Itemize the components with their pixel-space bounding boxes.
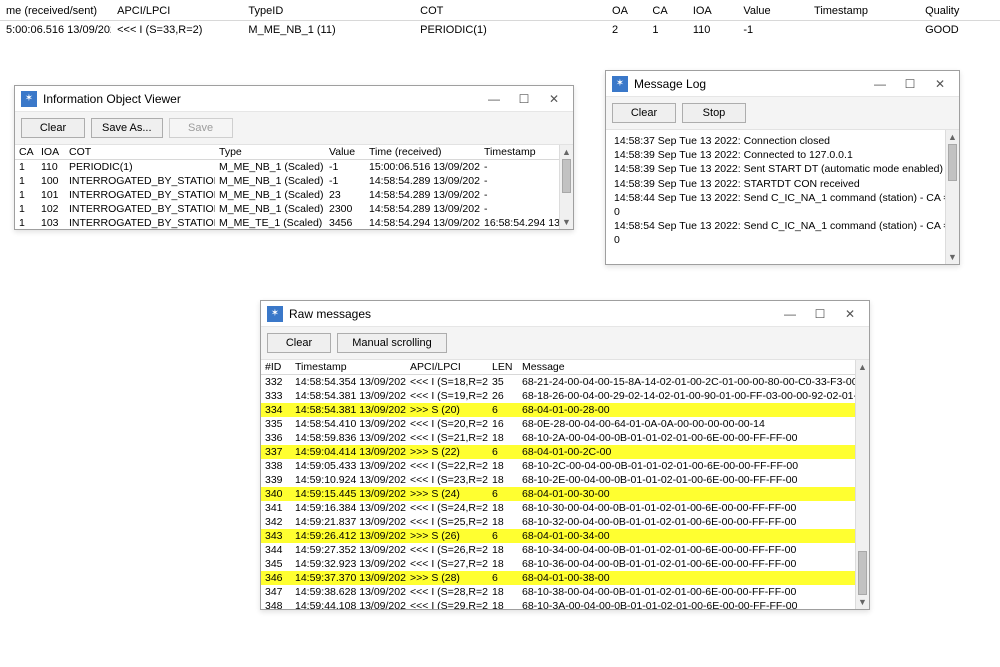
table-row[interactable]: 34814:59:44.108 13/09/2022<<< I (S=29,R=…	[261, 599, 855, 609]
minimize-button[interactable]: —	[865, 73, 895, 95]
maximize-button[interactable]: ☐	[895, 73, 925, 95]
save-button: Save	[169, 118, 233, 138]
message-log-window: ✶ Message Log — ☐ ✕ Clear Stop 14:58:37 …	[605, 70, 960, 265]
iov-grid: CA IOA COT Type Value Time (received) Ti…	[15, 145, 573, 229]
col-header[interactable]: COT	[414, 2, 606, 21]
table-row[interactable]: 34014:59:15.445 13/09/2022>>> S (24)668-…	[261, 487, 855, 501]
col-header[interactable]: APCI/LPCI	[111, 2, 242, 21]
table-row[interactable]: 33514:58:54.410 13/09/2022<<< I (S=20,R=…	[261, 417, 855, 431]
col-header[interactable]: Quality	[919, 2, 1000, 21]
toolbar: Clear Save As... Save	[15, 112, 573, 145]
main-grid-header-row[interactable]: me (received/sent) APCI/LPCI TypeID COT …	[0, 2, 1000, 21]
minimize-button[interactable]: —	[775, 303, 805, 325]
table-row[interactable]: 34714:59:38.628 13/09/2022<<< I (S=28,R=…	[261, 585, 855, 599]
window-title: Information Object Viewer	[43, 92, 479, 106]
titlebar[interactable]: ✶ Raw messages — ☐ ✕	[261, 301, 869, 327]
close-button[interactable]: ✕	[835, 303, 865, 325]
col-header[interactable]: CA	[15, 145, 37, 160]
log-line: 14:58:39 Sep Tue 13 2022: Connected to 1…	[614, 148, 951, 162]
main-grid-row[interactable]: 5:00:06.516 13/09/2022 <<< I (S=33,R=2) …	[0, 21, 1000, 40]
col-header[interactable]: Value	[737, 2, 808, 21]
col-header[interactable]: LEN	[488, 360, 518, 375]
scroll-up-icon[interactable]: ▲	[856, 360, 869, 374]
close-button[interactable]: ✕	[925, 73, 955, 95]
close-button[interactable]: ✕	[539, 88, 569, 110]
col-header[interactable]: Timestamp	[291, 360, 406, 375]
table-row[interactable]: 1100INTERROGATED_BY_STATION(20)M_ME_NB_1…	[15, 174, 573, 188]
app-icon: ✶	[267, 306, 283, 322]
col-header[interactable]: COT	[65, 145, 215, 160]
log-line: 14:58:37 Sep Tue 13 2022: Connection clo…	[614, 134, 951, 148]
app-icon: ✶	[612, 76, 628, 92]
vertical-scrollbar[interactable]: ▲ ▼	[945, 130, 959, 264]
clear-button[interactable]: Clear	[267, 333, 331, 353]
table-row[interactable]: 33714:59:04.414 13/09/2022>>> S (22)668-…	[261, 445, 855, 459]
window-title: Raw messages	[289, 307, 775, 321]
col-header[interactable]: IOA	[687, 2, 738, 21]
table-row[interactable]: 1103INTERROGATED_BY_STATION(20)M_ME_TE_1…	[15, 216, 573, 229]
log-line: 14:58:54 Sep Tue 13 2022: Send C_IC_NA_1…	[614, 219, 951, 247]
vertical-scrollbar[interactable]: ▲ ▼	[855, 360, 869, 609]
table-row[interactable]: 1102INTERROGATED_BY_STATION(20)M_ME_NB_1…	[15, 202, 573, 216]
table-row[interactable]: 33614:58:59.836 13/09/2022<<< I (S=21,R=…	[261, 431, 855, 445]
scroll-up-icon[interactable]: ▲	[560, 145, 573, 159]
col-header[interactable]: Message	[518, 360, 855, 375]
table-row[interactable]: 1110PERIODIC(1)M_ME_NB_1 (Scaled)-115:00…	[15, 160, 573, 175]
table-row[interactable]: 33214:58:54.354 13/09/2022<<< I (S=18,R=…	[261, 375, 855, 390]
maximize-button[interactable]: ☐	[805, 303, 835, 325]
table-row[interactable]: 34214:59:21.837 13/09/2022<<< I (S=25,R=…	[261, 515, 855, 529]
col-header[interactable]: Type	[215, 145, 325, 160]
col-header[interactable]: me (received/sent)	[0, 2, 111, 21]
col-header[interactable]: CA	[646, 2, 686, 21]
titlebar[interactable]: ✶ Information Object Viewer — ☐ ✕	[15, 86, 573, 112]
col-header[interactable]: OA	[606, 2, 646, 21]
clear-button[interactable]: Clear	[612, 103, 676, 123]
table-row[interactable]: 33814:59:05.433 13/09/2022<<< I (S=22,R=…	[261, 459, 855, 473]
col-header[interactable]: Value	[325, 145, 365, 160]
scroll-down-icon[interactable]: ▼	[560, 215, 573, 229]
manual-scrolling-button[interactable]: Manual scrolling	[337, 333, 447, 353]
maximize-button[interactable]: ☐	[509, 88, 539, 110]
titlebar[interactable]: ✶ Message Log — ☐ ✕	[606, 71, 959, 97]
col-header[interactable]: IOA	[37, 145, 65, 160]
col-header[interactable]: APCI/LPCI	[406, 360, 488, 375]
table-row[interactable]: 1101INTERROGATED_BY_STATION(20)M_ME_NB_1…	[15, 188, 573, 202]
table-row[interactable]: 33414:58:54.381 13/09/2022>>> S (20)668-…	[261, 403, 855, 417]
app-icon: ✶	[21, 91, 37, 107]
clear-button[interactable]: Clear	[21, 118, 85, 138]
table-row[interactable]: 34414:59:27.352 13/09/2022<<< I (S=26,R=…	[261, 543, 855, 557]
col-header[interactable]: Timestamp	[808, 2, 919, 21]
scroll-up-icon[interactable]: ▲	[946, 130, 959, 144]
table-row[interactable]: 33914:59:10.924 13/09/2022<<< I (S=23,R=…	[261, 473, 855, 487]
information-object-viewer-window: ✶ Information Object Viewer — ☐ ✕ Clear …	[14, 85, 574, 230]
log-line: 14:58:39 Sep Tue 13 2022: Sent START DT …	[614, 162, 951, 176]
window-title: Message Log	[634, 77, 865, 91]
vertical-scrollbar[interactable]: ▲ ▼	[559, 145, 573, 229]
table-row[interactable]: 34114:59:16.384 13/09/2022<<< I (S=24,R=…	[261, 501, 855, 515]
log-line: 14:58:39 Sep Tue 13 2022: STARTDT CON re…	[614, 177, 951, 191]
col-header[interactable]: #ID	[261, 360, 291, 375]
stop-button[interactable]: Stop	[682, 103, 746, 123]
raw-messages-window: ✶ Raw messages — ☐ ✕ Clear Manual scroll…	[260, 300, 870, 610]
scroll-down-icon[interactable]: ▼	[946, 250, 959, 264]
log-line: 14:58:44 Sep Tue 13 2022: Send C_IC_NA_1…	[614, 191, 951, 219]
table-row[interactable]: 34314:59:26.412 13/09/2022>>> S (26)668-…	[261, 529, 855, 543]
toolbar: Clear Stop	[606, 97, 959, 130]
col-header[interactable]: TypeID	[242, 2, 414, 21]
table-row[interactable]: 34614:59:37.370 13/09/2022>>> S (28)668-…	[261, 571, 855, 585]
raw-grid: #ID Timestamp APCI/LPCI LEN Message 3321…	[261, 360, 869, 609]
main-grid: me (received/sent) APCI/LPCI TypeID COT …	[0, 0, 1000, 39]
col-header[interactable]: Time (received)	[365, 145, 480, 160]
toolbar: Clear Manual scrolling	[261, 327, 869, 360]
raw-header-row[interactable]: #ID Timestamp APCI/LPCI LEN Message	[261, 360, 855, 375]
scroll-down-icon[interactable]: ▼	[856, 595, 869, 609]
iov-header-row[interactable]: CA IOA COT Type Value Time (received) Ti…	[15, 145, 573, 160]
table-row[interactable]: 33314:58:54.381 13/09/2022<<< I (S=19,R=…	[261, 389, 855, 403]
log-body: 14:58:37 Sep Tue 13 2022: Connection clo…	[606, 130, 959, 264]
minimize-button[interactable]: —	[479, 88, 509, 110]
table-row[interactable]: 34514:59:32.923 13/09/2022<<< I (S=27,R=…	[261, 557, 855, 571]
save-as-button[interactable]: Save As...	[91, 118, 163, 138]
